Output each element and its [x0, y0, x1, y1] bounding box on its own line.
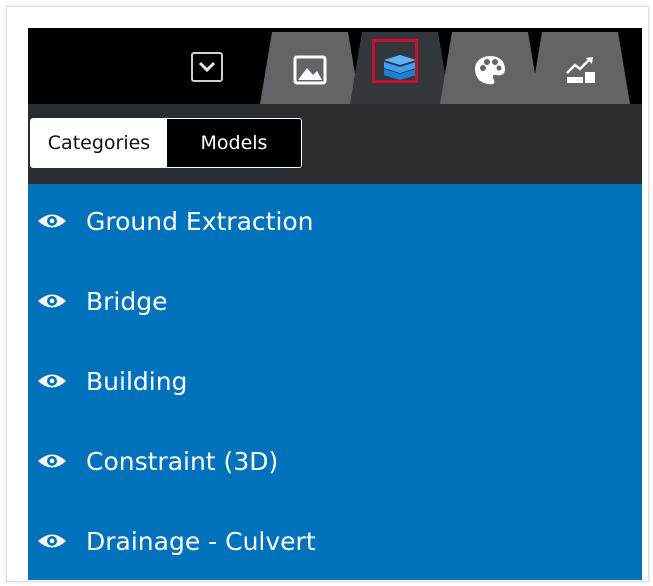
- category-list: Ground Extraction Bridge Building Constr…: [28, 184, 642, 580]
- landscape-image-icon: [288, 48, 332, 92]
- category-item[interactable]: Constraint (3D): [28, 431, 642, 491]
- tab-styles[interactable]: [440, 32, 540, 104]
- category-label: Constraint (3D): [86, 446, 279, 476]
- financial-chart-icon: [558, 48, 602, 92]
- panel-header: [28, 28, 642, 104]
- tab-costs[interactable]: [530, 32, 630, 104]
- eye-icon[interactable]: [34, 449, 70, 473]
- active-tab-highlight: [372, 39, 418, 83]
- category-item[interactable]: Building: [28, 351, 642, 411]
- category-label: Ground Extraction: [86, 206, 314, 236]
- tab-terrain[interactable]: [260, 32, 360, 104]
- eye-icon[interactable]: [34, 369, 70, 393]
- eye-icon[interactable]: [34, 529, 70, 553]
- eye-icon[interactable]: [34, 289, 70, 313]
- category-label: Drainage - Culvert: [86, 526, 316, 556]
- categories-toggle-button[interactable]: Categories: [31, 119, 167, 167]
- palette-icon: [468, 48, 512, 92]
- category-label: Bridge: [86, 286, 168, 316]
- models-toggle-button[interactable]: Models: [167, 119, 301, 167]
- eye-icon[interactable]: [34, 209, 70, 233]
- view-toggle: Categories Models: [30, 118, 302, 168]
- dropdown-button[interactable]: [191, 52, 223, 82]
- category-item[interactable]: Ground Extraction: [28, 191, 642, 251]
- category-item[interactable]: Drainage - Culvert: [28, 511, 642, 571]
- view-toggle-bar: Categories Models: [28, 104, 642, 184]
- category-item[interactable]: Bridge: [28, 271, 642, 331]
- chevron-down-icon: [198, 58, 216, 77]
- category-label: Building: [86, 366, 188, 396]
- tab-layers[interactable]: [350, 32, 450, 104]
- layers-panel: Categories Models Ground Extraction Brid…: [28, 28, 642, 580]
